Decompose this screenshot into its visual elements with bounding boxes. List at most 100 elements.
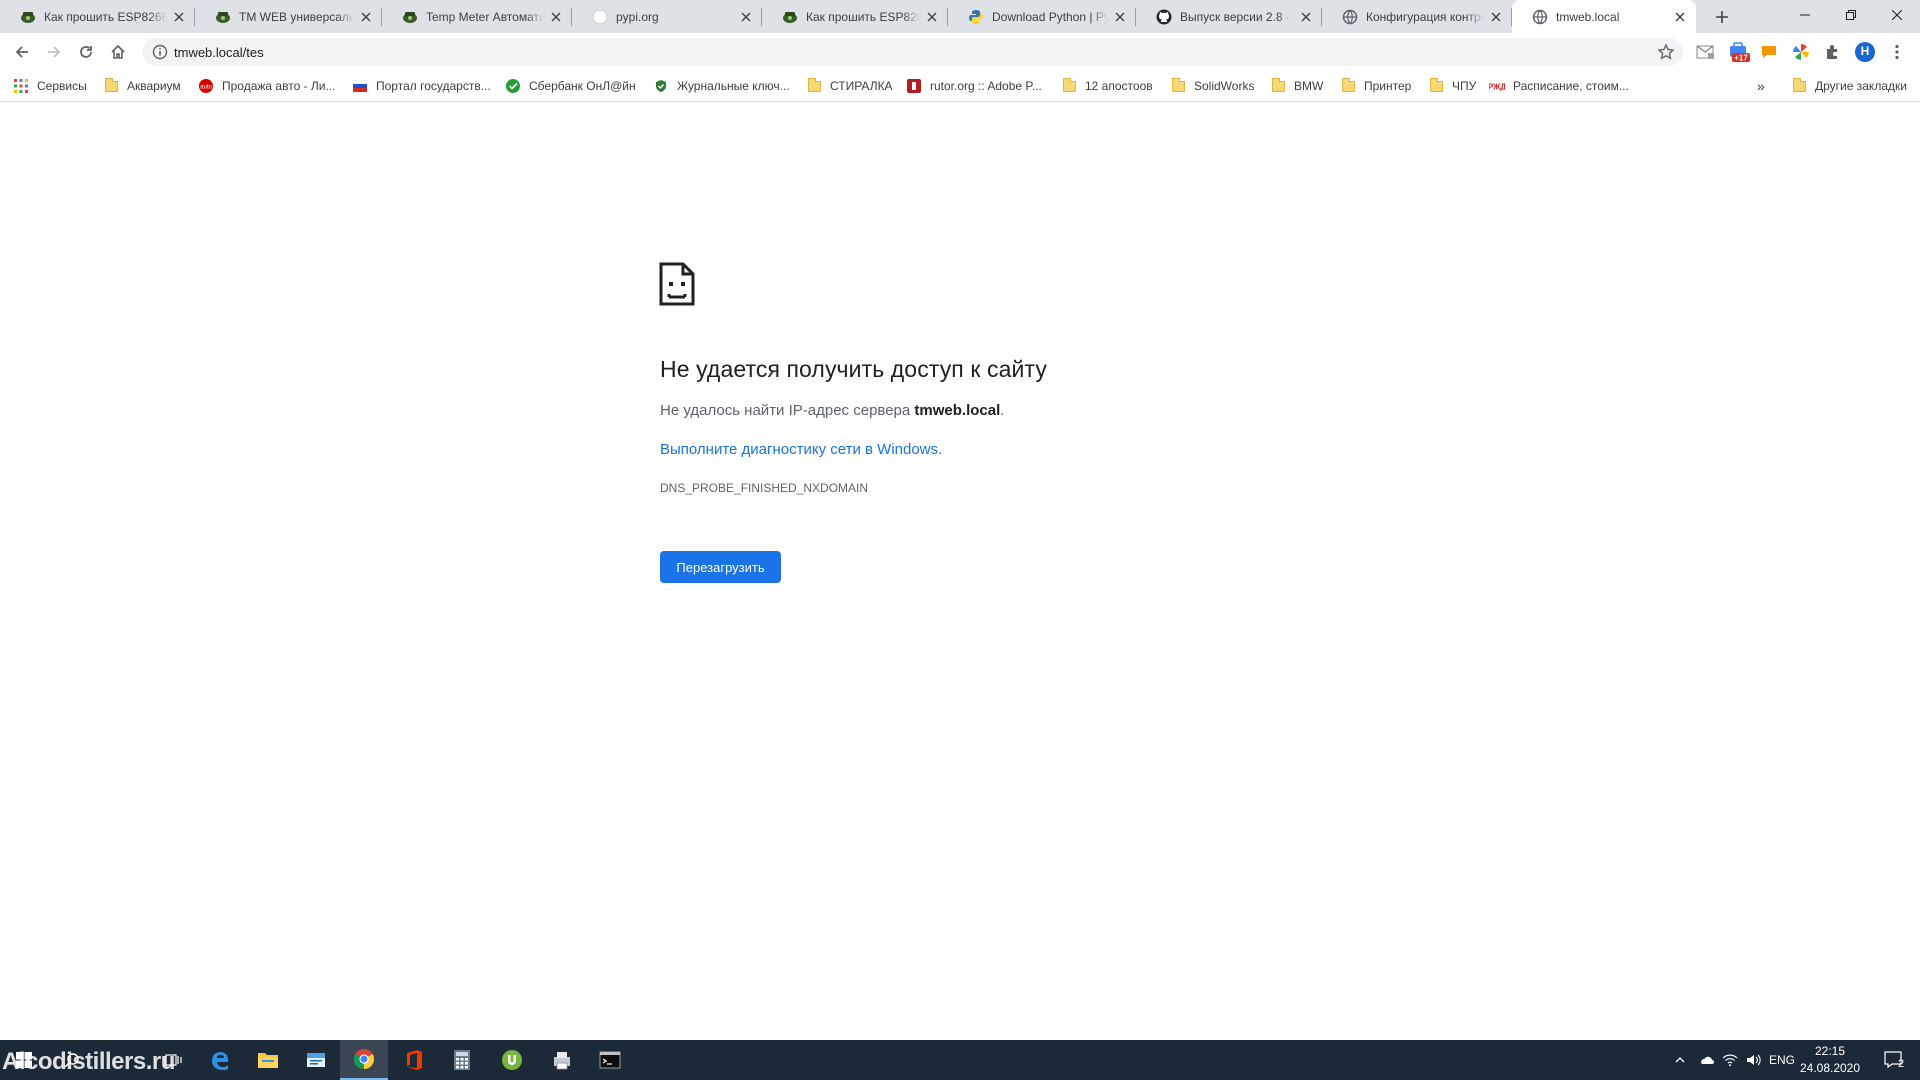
bookmark-folder[interactable]: СТИРАЛКА	[806, 71, 893, 101]
bookmark-item[interactable]: Сбербанк ОнЛ@йн	[505, 71, 636, 101]
profile-avatar[interactable]: H	[1855, 42, 1875, 62]
bookmark-folder[interactable]: Принтер	[1340, 71, 1411, 101]
taskbar-calculator[interactable]	[438, 1040, 486, 1080]
close-icon[interactable]	[1298, 9, 1314, 25]
bookmark-star-icon[interactable]	[1657, 43, 1675, 61]
close-icon[interactable]	[1112, 9, 1128, 25]
page-content: Не удается получить доступ к сайту Не уд…	[0, 102, 1920, 1040]
alcodistillers-icon	[402, 9, 418, 25]
bookmark-folder[interactable]: ЧПУ	[1428, 71, 1476, 101]
tab[interactable]: Как прошить ESP8266	[762, 0, 948, 33]
close-icon[interactable]	[548, 9, 564, 25]
input-language[interactable]: ENG	[1766, 1040, 1798, 1080]
tab[interactable]: Выпуск версии 2.8 · es	[1136, 0, 1322, 33]
tray-overflow-button[interactable]	[1666, 1040, 1694, 1080]
bookmark-folder[interactable]: 12 апостоов	[1061, 71, 1153, 101]
bookmark-label: Продажа авто - Ли...	[222, 79, 336, 93]
close-icon[interactable]	[1672, 9, 1688, 25]
close-icon[interactable]	[924, 9, 940, 25]
new-tab-button[interactable]	[1708, 4, 1736, 30]
calculator-icon	[454, 1050, 470, 1070]
taskbar-outlook[interactable]	[292, 1040, 340, 1080]
url-text[interactable]: tmweb.local/tes	[174, 45, 264, 60]
forward-button[interactable]	[40, 38, 68, 66]
taskbar-chrome[interactable]	[340, 1040, 388, 1080]
taskbar-explorer[interactable]	[244, 1040, 292, 1080]
address-bar[interactable]: tmweb.local/tes	[142, 38, 1683, 66]
bookmark-folder[interactable]: SolidWorks	[1170, 71, 1254, 101]
close-icon[interactable]	[358, 9, 374, 25]
close-icon[interactable]	[738, 9, 754, 25]
taskbar-terminal[interactable]	[586, 1040, 634, 1080]
menu-button[interactable]	[1887, 42, 1907, 62]
shield-icon	[653, 78, 669, 94]
bookmark-item[interactable]: Сервисы	[13, 71, 87, 101]
kebab-menu-icon	[1895, 44, 1899, 60]
avatar-initial: H	[1860, 44, 1870, 58]
close-icon[interactable]	[171, 9, 187, 25]
taskbar-edge[interactable]	[196, 1040, 244, 1080]
notifier-extension[interactable]: +17	[1727, 42, 1751, 62]
reload-page-button[interactable]: Перезагрузить	[660, 551, 781, 583]
other-bookmarks-folder[interactable]: Другие закладки	[1791, 71, 1907, 101]
close-icon[interactable]	[1488, 9, 1504, 25]
tab[interactable]: Download Python | Pyt	[948, 0, 1136, 33]
info-icon[interactable]	[152, 44, 168, 60]
close-window-button[interactable]	[1874, 0, 1920, 30]
tab-strip: Как прошить ESP8266 TM WEB универсальная…	[0, 0, 1920, 33]
taskbar-office[interactable]	[390, 1040, 438, 1080]
back-button[interactable]	[8, 38, 36, 66]
bookmark-label: 12 апостоов	[1085, 79, 1153, 93]
bookmark-item[interactable]: rutor.org :: Adobe P...	[906, 71, 1042, 101]
taskbar-clock[interactable]: 22:15 24.08.2020	[1798, 1043, 1862, 1077]
tab-title: Конфигурация контро	[1366, 9, 1484, 24]
network-diagnostics-link[interactable]: Выполните диагностику сети в Windows	[660, 441, 938, 458]
tray-onedrive[interactable]	[1694, 1040, 1718, 1080]
bookmark-label: SolidWorks	[1194, 79, 1255, 93]
taskbar-utorrent[interactable]	[488, 1040, 536, 1080]
restore-button[interactable]	[1828, 0, 1874, 30]
bookmark-item[interactable]: Журнальные ключ...	[653, 71, 790, 101]
tab-active[interactable]: tmweb.local	[1512, 0, 1696, 33]
minimize-button[interactable]	[1782, 0, 1828, 30]
action-center-button[interactable]: 2	[1874, 1040, 1914, 1080]
diagnostics-paragraph: Выполните диагностику сети в Windows.	[660, 441, 942, 458]
clock-date: 24.08.2020	[1799, 1061, 1861, 1075]
tab-title: Temp Meter Автоматиза	[426, 9, 544, 24]
home-button[interactable]	[104, 38, 132, 66]
github-icon	[1156, 9, 1172, 25]
taskbar: Alcodistillers.ru ENG 22:15 24.08.2020 2	[0, 1040, 1920, 1080]
folder-icon	[1170, 77, 1186, 94]
tray-network[interactable]	[1718, 1040, 1742, 1080]
arrow-right-icon	[48, 46, 61, 58]
chat-extension[interactable]	[1759, 42, 1779, 62]
bookmarks-overflow-button[interactable]: »	[1757, 71, 1765, 101]
tab[interactable]: TM WEB универсальная	[195, 0, 382, 33]
reload-button[interactable]	[72, 38, 100, 66]
tab[interactable]: pypi.org	[572, 0, 762, 33]
tab[interactable]: Как прошить ESP8266	[0, 0, 195, 33]
taskbar-app[interactable]	[538, 1040, 586, 1080]
bookmark-item[interactable]: РЖД Расписание, стоим...	[1489, 71, 1629, 101]
bookmark-label: ЧПУ	[1452, 79, 1477, 93]
bookmark-folder[interactable]: Аквариум	[103, 71, 181, 101]
bookmark-item[interactable]: Портал государств...	[352, 71, 491, 101]
bookmark-item[interactable]: auto Продажа авто - Ли...	[198, 71, 335, 101]
close-icon	[1892, 10, 1902, 20]
folder-icon	[1791, 77, 1807, 94]
arrow-left-icon	[15, 46, 28, 58]
notification-count: 2	[1898, 1058, 1905, 1070]
bookmark-label: СТИРАЛКА	[830, 79, 893, 93]
extensions-button[interactable]	[1823, 42, 1843, 62]
tab[interactable]: Temp Meter Автоматиза	[382, 0, 572, 33]
tray-volume[interactable]	[1742, 1040, 1766, 1080]
gmail-checker-extension[interactable]	[1695, 42, 1715, 62]
bookmark-folder[interactable]: BMW	[1270, 71, 1323, 101]
bookmark-label: Аквариум	[127, 79, 181, 93]
reload-icon	[80, 46, 92, 58]
svg-text:auto: auto	[200, 85, 212, 91]
tab[interactable]: Конфигурация контро	[1322, 0, 1512, 33]
colorful-extension[interactable]	[1791, 42, 1811, 62]
apps-grid-icon	[13, 78, 29, 94]
bookmark-label: Принтер	[1364, 79, 1412, 93]
